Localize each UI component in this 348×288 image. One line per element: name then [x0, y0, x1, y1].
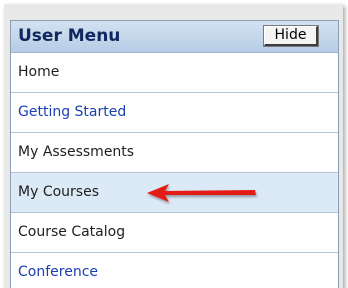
menu-item-course-catalog[interactable]: Course Catalog	[11, 213, 338, 253]
menu-item-my-assessments[interactable]: My Assessments	[11, 133, 338, 173]
menu-item-label: Getting Started	[18, 104, 127, 120]
menu-item-label: Course Catalog	[18, 224, 126, 240]
user-menu-panel: User Menu Hide Home Getting Started My A…	[10, 20, 339, 288]
red-arrow-icon	[147, 184, 256, 202]
menu-item-label: My Assessments	[18, 144, 135, 160]
menu-item-my-courses[interactable]: My Courses	[11, 173, 338, 213]
hide-button[interactable]: Hide	[263, 25, 319, 47]
menu-item-getting-started[interactable]: Getting Started	[11, 93, 338, 133]
menu-item-label: Home	[18, 64, 60, 80]
menu-item-conference[interactable]: Conference	[11, 253, 338, 288]
menu-item-label: Conference	[18, 264, 99, 280]
user-menu-title: User Menu	[18, 26, 121, 46]
screenshot-frame: User Menu Hide Home Getting Started My A…	[4, 4, 343, 288]
menu-item-label: My Courses	[18, 184, 99, 200]
menu-item-home[interactable]: Home	[11, 53, 338, 93]
user-menu-header: User Menu Hide	[11, 21, 338, 53]
